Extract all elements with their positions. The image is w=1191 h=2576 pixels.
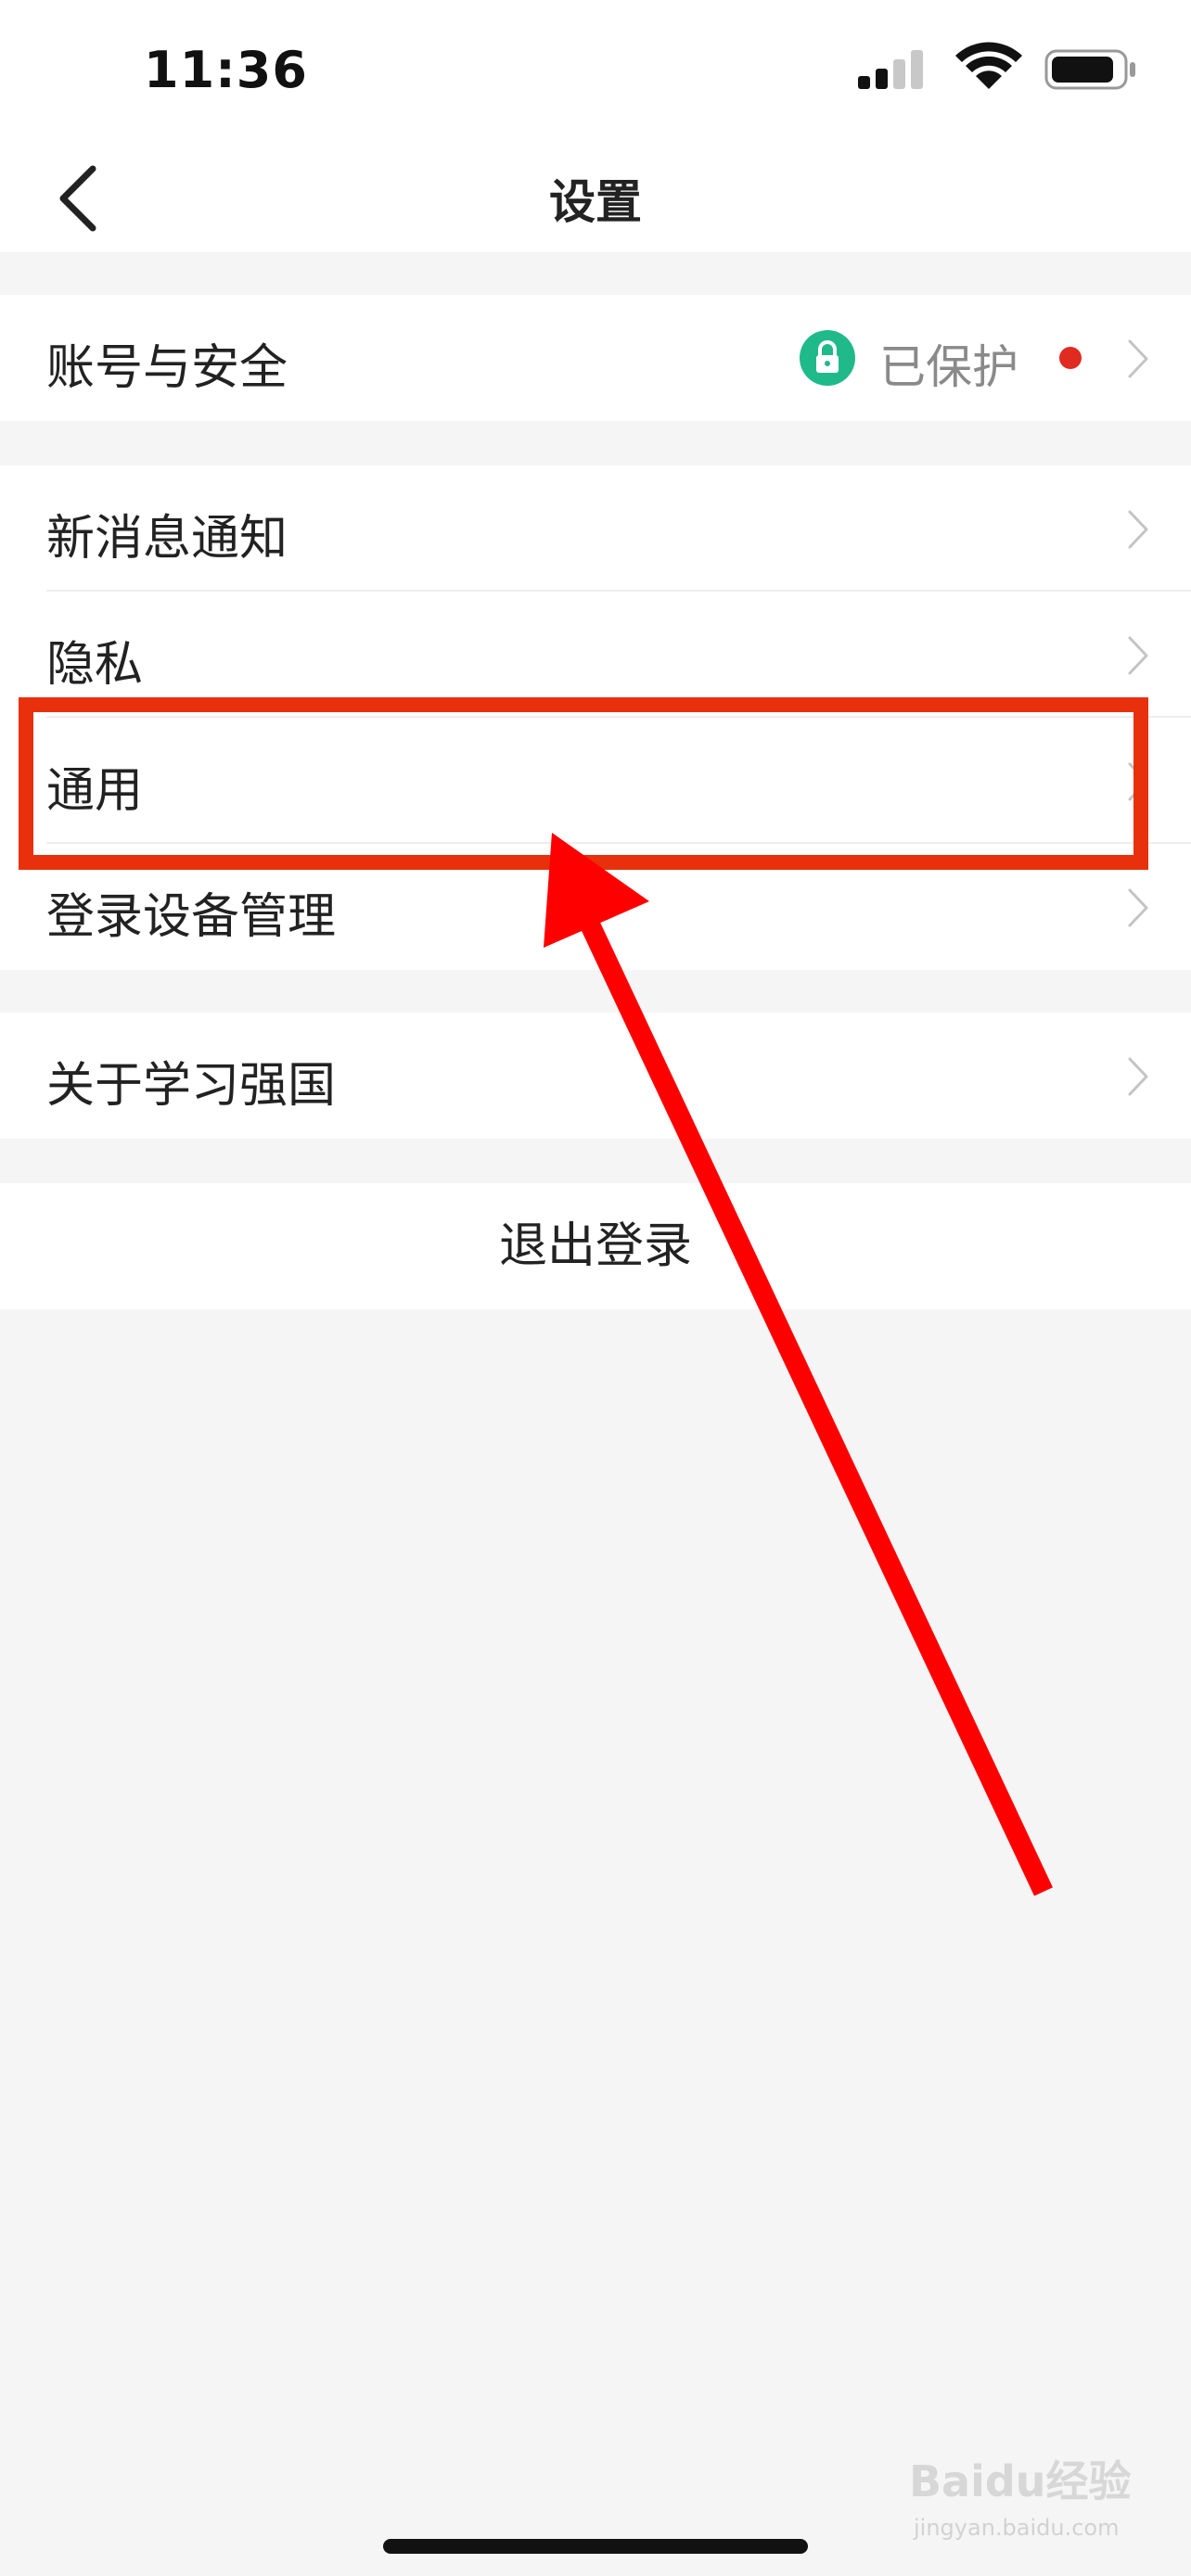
settings-group-account: 账号与安全 已保护 xyxy=(0,295,1191,421)
home-indicator[interactable] xyxy=(383,2539,808,2554)
chevron-right-icon xyxy=(1128,339,1148,378)
settings-group-about: 关于学习强国 xyxy=(0,1013,1191,1139)
nav-bar: 设置 xyxy=(0,139,1191,252)
settings-item-notifications[interactable]: 新消息通知 xyxy=(0,465,1191,592)
watermark-logo: Baidu经验 xyxy=(909,2456,1132,2506)
page-title: 设置 xyxy=(549,175,642,229)
chevron-right-icon xyxy=(1128,888,1148,927)
logout-button[interactable]: 退出登录 xyxy=(0,1183,1191,1309)
status-time: 11:36 xyxy=(144,41,308,99)
settings-item-label: 账号与安全 xyxy=(46,340,288,396)
watermark-url: jingyan.baidu.com xyxy=(914,2515,1120,2541)
settings-item-label: 新消息通知 xyxy=(46,511,288,567)
protection-status: 已保护 xyxy=(879,340,1018,394)
settings-item-about[interactable]: 关于学习强国 xyxy=(0,1013,1191,1139)
chevron-right-icon xyxy=(1128,762,1148,801)
settings-item-label: 通用 xyxy=(46,763,144,819)
chevron-right-icon xyxy=(1128,1057,1148,1096)
status-icons xyxy=(858,42,1135,90)
lock-icon xyxy=(800,330,855,386)
settings-item-label: 登录设备管理 xyxy=(46,889,337,945)
settings-item-general[interactable]: 通用 xyxy=(0,718,1191,844)
chevron-right-icon xyxy=(1128,510,1148,549)
status-bar: 11:36 xyxy=(0,0,1191,139)
settings-item-device-management[interactable]: 登录设备管理 xyxy=(0,844,1191,970)
settings-item-account-security[interactable]: 账号与安全 已保护 xyxy=(0,295,1191,421)
cellular-signal-icon xyxy=(858,50,923,89)
settings-group-general: 新消息通知 隐私 通用 登录设备管理 xyxy=(0,465,1191,970)
notification-dot xyxy=(1059,347,1082,369)
battery-icon xyxy=(1044,49,1135,90)
chevron-right-icon xyxy=(1128,636,1148,675)
settings-item-label: 关于学习强国 xyxy=(46,1058,337,1114)
settings-item-label: 隐私 xyxy=(46,637,144,693)
wifi-icon xyxy=(955,42,1022,89)
settings-item-privacy[interactable]: 隐私 xyxy=(0,592,1191,718)
